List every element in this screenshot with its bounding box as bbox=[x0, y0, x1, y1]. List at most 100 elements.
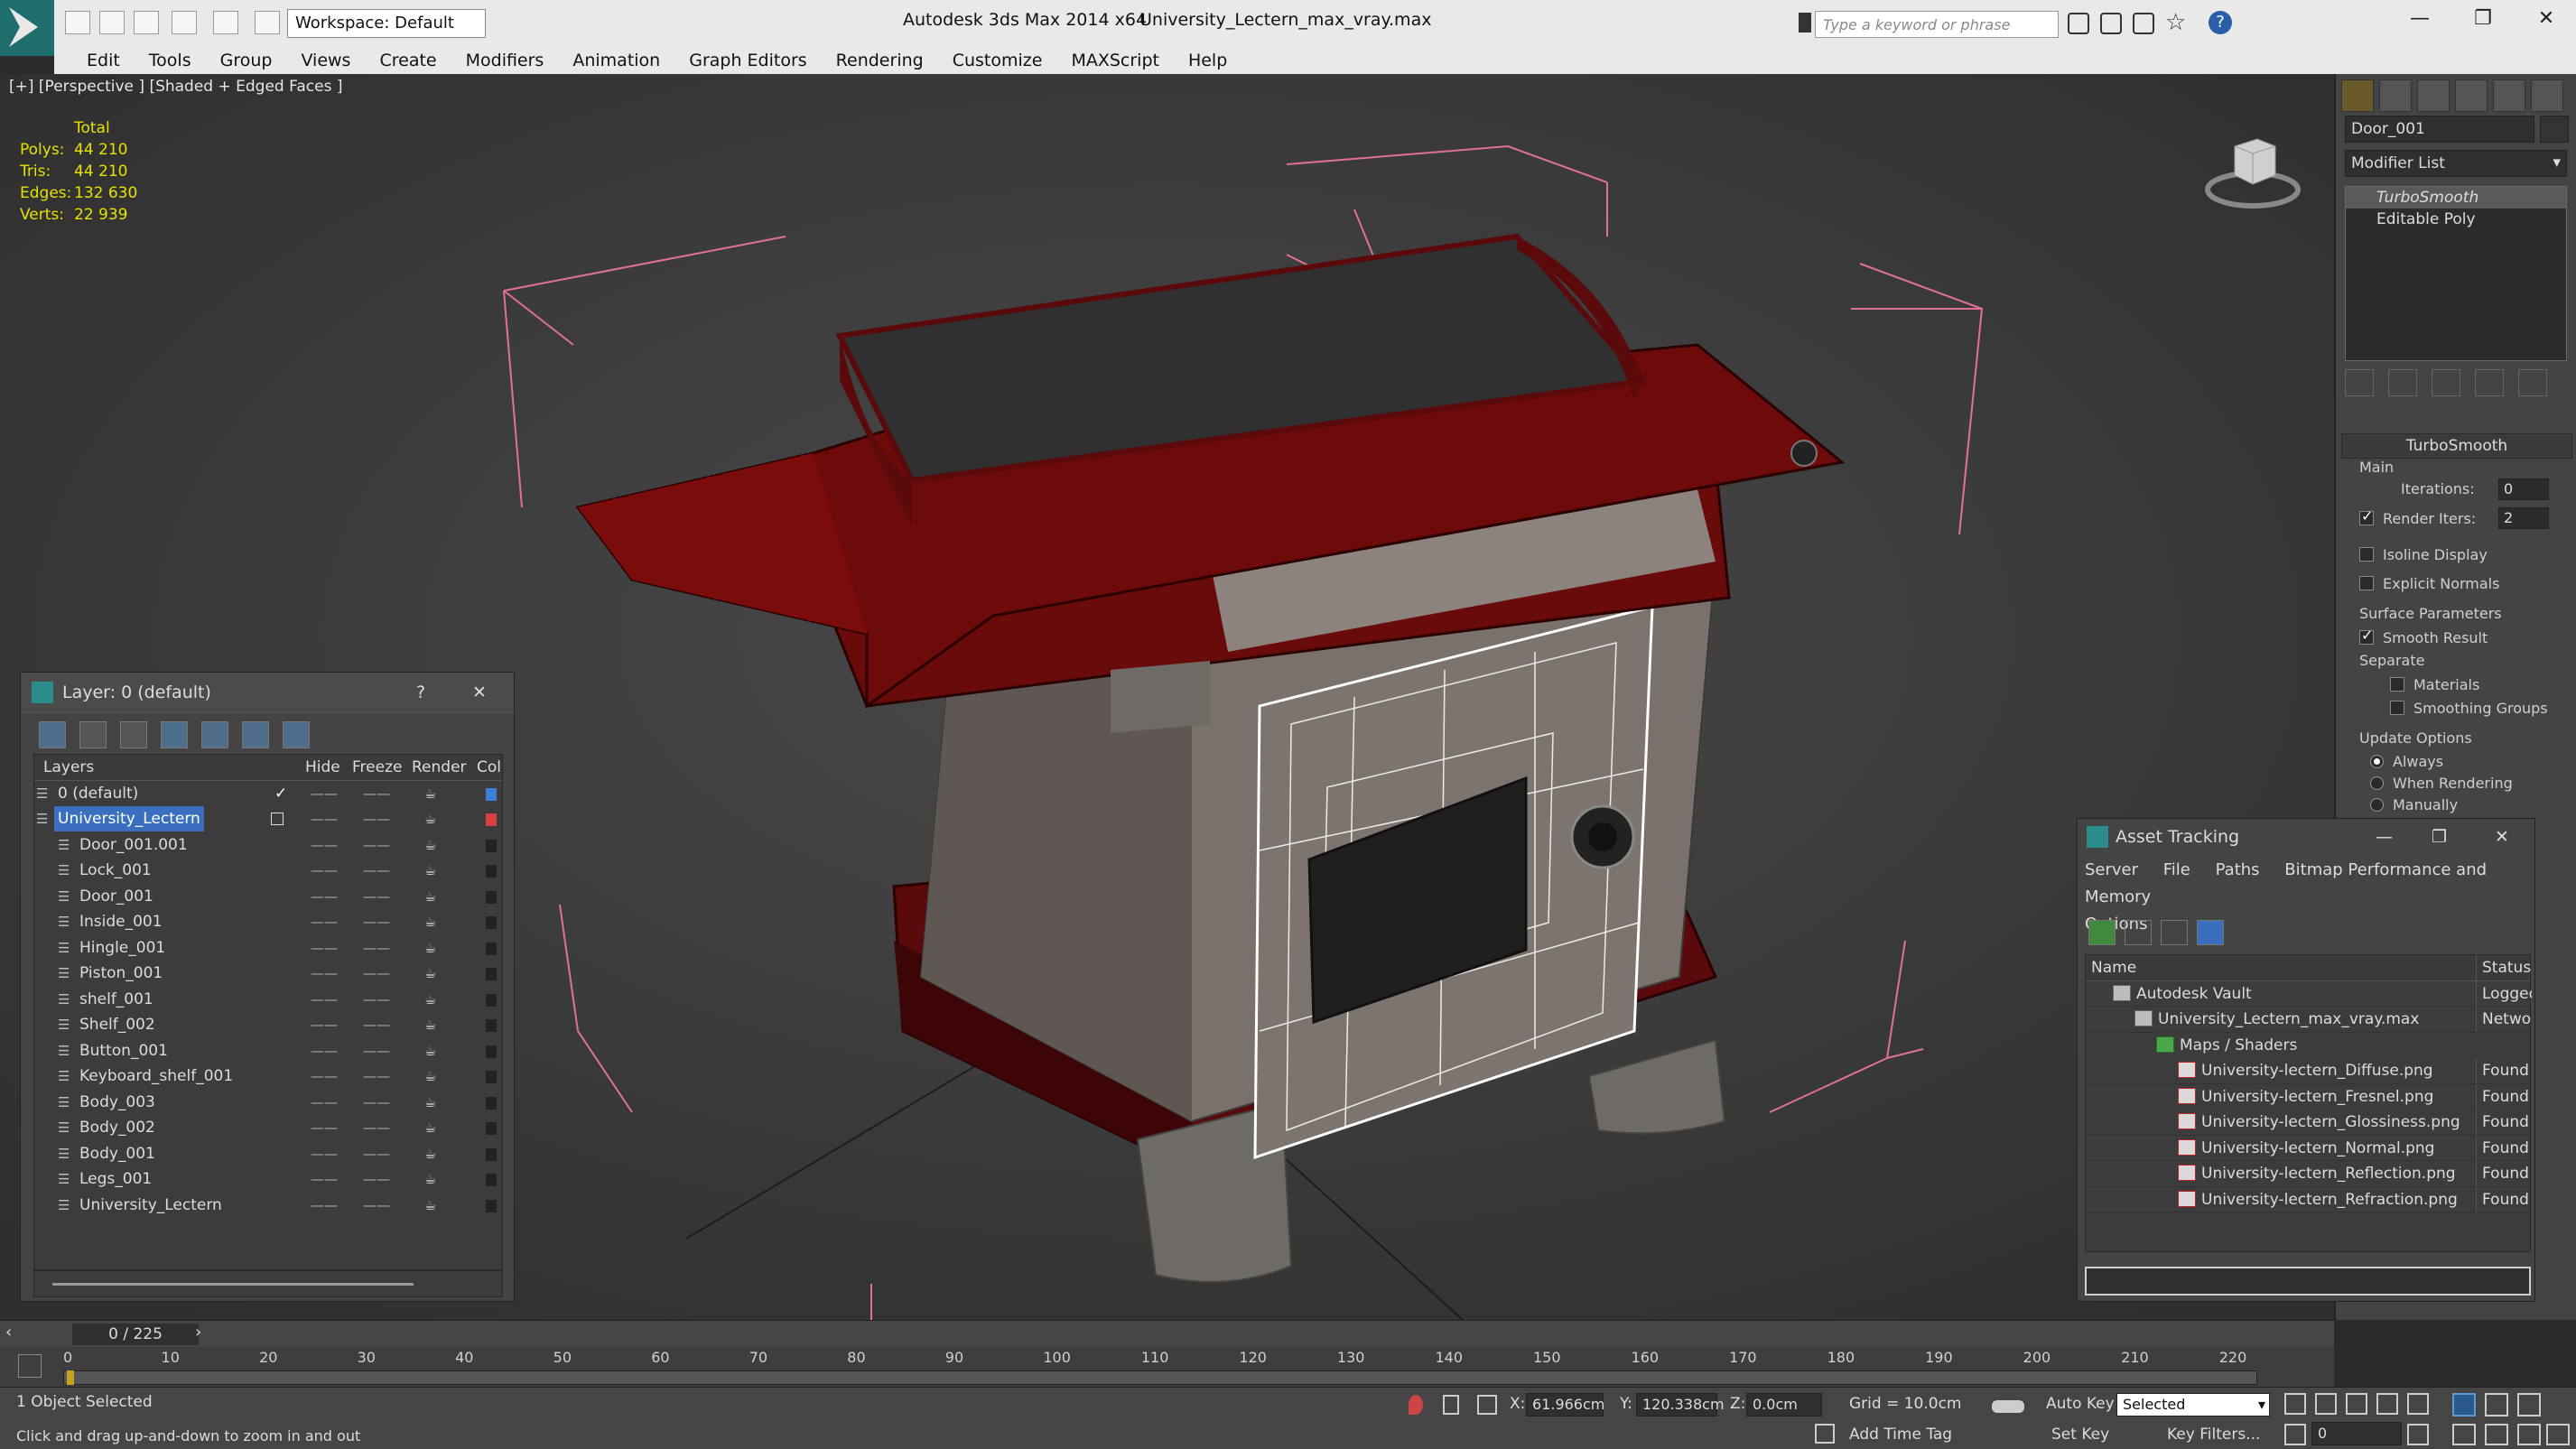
freeze-toggle-icon[interactable]: —— bbox=[363, 935, 390, 961]
zoom-icon[interactable] bbox=[2452, 1393, 2476, 1416]
hide-toggle-icon[interactable]: —— bbox=[311, 1115, 338, 1140]
subscription-icon[interactable] bbox=[2100, 13, 2122, 34]
x-coordinate-field[interactable]: 61.966cm bbox=[1526, 1393, 1604, 1416]
asset-row[interactable]: University_Lectern_max_vray.max Network P… bbox=[2086, 1007, 2532, 1033]
lock-selection-icon[interactable] bbox=[1443, 1395, 1459, 1415]
next-frame-icon[interactable] bbox=[2376, 1393, 2398, 1415]
layer-row[interactable]: ☰ Door_001 —— —— ☕ bbox=[34, 884, 502, 910]
layer-row[interactable]: ☰ Body_002 —— —— ☕ bbox=[34, 1115, 502, 1141]
layer-name[interactable]: Lock_001 bbox=[76, 858, 155, 883]
track-menu-icon[interactable] bbox=[18, 1354, 42, 1378]
layer-color-swatch[interactable] bbox=[486, 1019, 497, 1032]
render-teapot-icon[interactable]: ☕ bbox=[424, 832, 436, 858]
layer-row[interactable]: ☰ University_Lectern —— —— ☕ bbox=[34, 806, 502, 832]
menu-tools[interactable]: Tools bbox=[135, 47, 206, 74]
layer-name[interactable]: Keyboard_shelf_001 bbox=[76, 1064, 237, 1089]
previous-frame-icon[interactable] bbox=[2315, 1393, 2337, 1415]
smooth-result-checkbox[interactable]: Smooth Result bbox=[2359, 627, 2488, 646]
active-layer-check-icon[interactable]: ✓ bbox=[274, 781, 287, 806]
make-unique-icon[interactable] bbox=[2432, 369, 2460, 396]
create-layer-icon[interactable] bbox=[39, 721, 66, 748]
layer-color-swatch[interactable] bbox=[486, 993, 497, 1007]
layer-row[interactable]: ☰ shelf_001 —— —— ☕ bbox=[34, 987, 502, 1013]
set-key-button[interactable]: Set Key bbox=[2051, 1426, 2109, 1444]
communication-icon[interactable] bbox=[2133, 13, 2154, 34]
pan-view-icon[interactable] bbox=[2485, 1424, 2508, 1445]
hide-toggle-icon[interactable]: —— bbox=[311, 832, 338, 858]
binoculars-icon[interactable] bbox=[2068, 13, 2089, 34]
pin-stack-icon[interactable] bbox=[2345, 369, 2374, 396]
layer-color-swatch[interactable] bbox=[486, 1199, 497, 1212]
menu-maxscript[interactable]: MAXScript bbox=[1056, 47, 1174, 74]
configure-sets-icon[interactable] bbox=[2518, 369, 2547, 396]
show-end-result-icon[interactable] bbox=[2388, 369, 2417, 396]
smoothing-groups-checkbox[interactable]: Smoothing Groups bbox=[2390, 699, 2548, 717]
asset-menu-server[interactable]: Server bbox=[2085, 860, 2138, 879]
layer-name[interactable]: Hingle_001 bbox=[76, 935, 169, 961]
asset-row[interactable]: Maps / Shaders bbox=[2086, 1033, 2530, 1058]
current-frame-field[interactable]: 0 bbox=[2311, 1422, 2402, 1445]
key-filters-button[interactable]: Key Filters... bbox=[2167, 1426, 2260, 1444]
add-to-layer-icon[interactable] bbox=[120, 721, 147, 748]
layer-color-swatch[interactable] bbox=[486, 1147, 497, 1161]
maximize-button[interactable]: ❐ bbox=[2432, 819, 2447, 855]
field-of-view-icon[interactable] bbox=[2452, 1424, 2476, 1445]
maximize-button[interactable]: ❐ bbox=[2465, 7, 2501, 38]
layer-row[interactable]: ☰ 0 (default) ✓ —— —— ☕ bbox=[34, 781, 502, 807]
asset-row[interactable]: University-lectern_Fresnel.png Found bbox=[2086, 1083, 2530, 1110]
help-icon[interactable]: ? bbox=[2209, 11, 2232, 34]
layer-row[interactable]: ☰ Door_001.001 —— —— ☕ bbox=[34, 832, 502, 859]
iterations-spinner[interactable]: 0 bbox=[2498, 478, 2549, 500]
menu-views[interactable]: Views bbox=[286, 47, 365, 74]
update-when-rendering-radio[interactable]: When Rendering bbox=[2370, 775, 2513, 792]
hide-toggle-icon[interactable]: —— bbox=[311, 884, 338, 909]
remove-modifier-icon[interactable] bbox=[2475, 369, 2504, 396]
layer-row[interactable]: ☰ Button_001 —— —— ☕ bbox=[34, 1038, 502, 1064]
layer-color-swatch[interactable] bbox=[486, 813, 497, 826]
undo-icon[interactable] bbox=[172, 11, 197, 34]
layer-row[interactable]: ☰ University_Lectern —— —— ☕ bbox=[34, 1193, 502, 1219]
stack-item-turbosmooth[interactable]: TurboSmooth bbox=[2346, 187, 2566, 209]
object-name-field[interactable]: Door_001 bbox=[2345, 116, 2534, 143]
asset-row[interactable]: University-lectern_Reflection.png Found bbox=[2086, 1161, 2530, 1187]
layer-name[interactable]: Legs_001 bbox=[76, 1166, 155, 1192]
hide-toggle-icon[interactable]: —— bbox=[311, 1064, 338, 1089]
search-input[interactable]: Type a keyword or phrase bbox=[1815, 11, 2059, 38]
layer-name[interactable]: Piston_001 bbox=[76, 961, 166, 986]
freeze-toggle-icon[interactable]: —— bbox=[363, 781, 390, 806]
go-to-start-icon[interactable] bbox=[2284, 1393, 2306, 1415]
menu-modifiers[interactable]: Modifiers bbox=[451, 47, 559, 74]
layer-dialog-title-bar[interactable]: Layer: 0 (default) ? ✕ bbox=[21, 673, 514, 714]
layer-row[interactable]: ☰ Keyboard_shelf_001 —— —— ☕ bbox=[34, 1064, 502, 1090]
layer-name[interactable]: Door_001 bbox=[76, 884, 157, 909]
col-layers[interactable]: Layers bbox=[40, 755, 98, 780]
time-slider[interactable]: ‹ 0 / 225 › bbox=[0, 1320, 2334, 1347]
menu-graph-editors[interactable]: Graph Editors bbox=[674, 47, 821, 74]
render-teapot-icon[interactable]: ☕ bbox=[424, 781, 436, 806]
layer-name[interactable]: shelf_001 bbox=[76, 987, 157, 1012]
layer-row[interactable]: ☰ Hingle_001 —— —— ☕ bbox=[34, 935, 502, 961]
viewport-label[interactable]: [+] [Perspective ] [Shaded + Edged Faces… bbox=[9, 78, 342, 96]
redo-icon[interactable] bbox=[213, 11, 238, 34]
menu-animation[interactable]: Animation bbox=[558, 47, 674, 74]
layer-name[interactable]: Shelf_002 bbox=[76, 1012, 159, 1037]
layer-color-swatch[interactable] bbox=[486, 968, 497, 980]
layer-color-swatch[interactable] bbox=[486, 865, 497, 878]
open-file-icon[interactable] bbox=[99, 11, 125, 34]
asset-row[interactable]: University-lectern_Refraction.png Found bbox=[2086, 1186, 2530, 1212]
explicit-normals-checkbox[interactable]: Explicit Normals bbox=[2359, 574, 2499, 592]
freeze-toggle-icon[interactable]: —— bbox=[363, 858, 390, 883]
layer-name[interactable]: Body_001 bbox=[76, 1141, 159, 1166]
hierarchy-tab-icon[interactable] bbox=[2417, 79, 2450, 112]
app-logo-icon[interactable] bbox=[0, 0, 54, 56]
freeze-toggle-icon[interactable]: —— bbox=[363, 961, 390, 986]
z-coordinate-field[interactable]: 0.0cm bbox=[1746, 1393, 1822, 1416]
motion-tab-icon[interactable] bbox=[2455, 79, 2488, 112]
hide-toggle-icon[interactable]: —— bbox=[311, 935, 338, 961]
y-coordinate-field[interactable]: 120.338cm bbox=[1636, 1393, 1725, 1416]
render-teapot-icon[interactable]: ☕ bbox=[424, 1193, 436, 1218]
hide-toggle-icon[interactable]: —— bbox=[311, 781, 338, 806]
object-color-swatch[interactable] bbox=[2540, 116, 2569, 143]
time-slider-thumb[interactable]: 0 / 225 bbox=[72, 1324, 199, 1345]
render-teapot-icon[interactable]: ☕ bbox=[424, 935, 436, 961]
